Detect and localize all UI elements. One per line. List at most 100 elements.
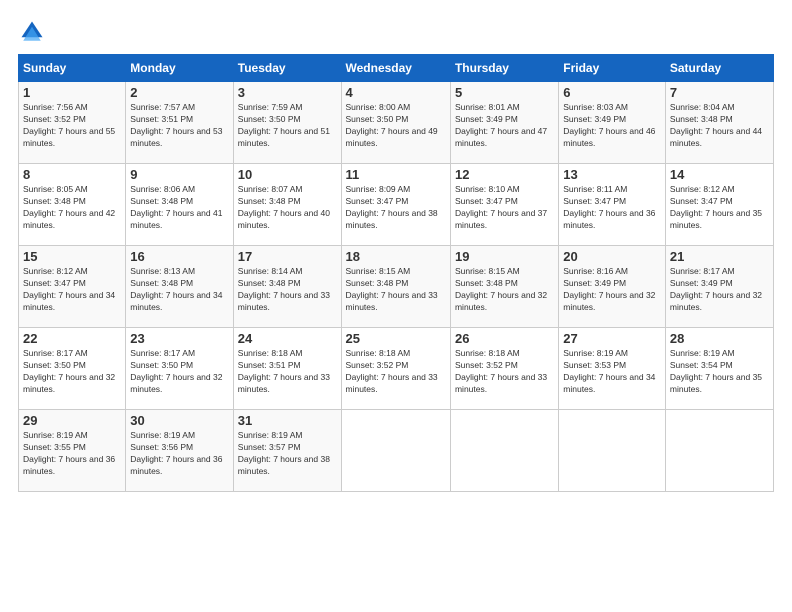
day-detail: Sunrise: 8:00 AMSunset: 3:50 PMDaylight:… [346, 102, 438, 148]
calendar-cell [341, 410, 450, 492]
day-number: 29 [23, 413, 121, 428]
day-detail: Sunrise: 8:17 AMSunset: 3:50 PMDaylight:… [23, 348, 115, 394]
day-number: 24 [238, 331, 337, 346]
day-number: 11 [346, 167, 446, 182]
calendar-cell: 7 Sunrise: 8:04 AMSunset: 3:48 PMDayligh… [665, 82, 773, 164]
day-detail: Sunrise: 8:19 AMSunset: 3:57 PMDaylight:… [238, 430, 330, 476]
header-friday: Friday [559, 55, 666, 82]
day-number: 15 [23, 249, 121, 264]
day-number: 22 [23, 331, 121, 346]
logo [18, 18, 50, 46]
calendar-cell: 22 Sunrise: 8:17 AMSunset: 3:50 PMDaylig… [19, 328, 126, 410]
page: SundayMondayTuesdayWednesdayThursdayFrid… [0, 0, 792, 612]
logo-icon [18, 18, 46, 46]
calendar-cell: 24 Sunrise: 8:18 AMSunset: 3:51 PMDaylig… [233, 328, 341, 410]
day-detail: Sunrise: 8:09 AMSunset: 3:47 PMDaylight:… [346, 184, 438, 230]
header-tuesday: Tuesday [233, 55, 341, 82]
header-thursday: Thursday [450, 55, 558, 82]
day-number: 1 [23, 85, 121, 100]
calendar-cell: 2 Sunrise: 7:57 AMSunset: 3:51 PMDayligh… [126, 82, 233, 164]
calendar-cell: 23 Sunrise: 8:17 AMSunset: 3:50 PMDaylig… [126, 328, 233, 410]
calendar-cell: 21 Sunrise: 8:17 AMSunset: 3:49 PMDaylig… [665, 246, 773, 328]
day-detail: Sunrise: 7:59 AMSunset: 3:50 PMDaylight:… [238, 102, 330, 148]
calendar-cell: 18 Sunrise: 8:15 AMSunset: 3:48 PMDaylig… [341, 246, 450, 328]
day-detail: Sunrise: 8:10 AMSunset: 3:47 PMDaylight:… [455, 184, 547, 230]
calendar-week-row: 15 Sunrise: 8:12 AMSunset: 3:47 PMDaylig… [19, 246, 774, 328]
calendar-cell [559, 410, 666, 492]
calendar-cell [665, 410, 773, 492]
day-number: 25 [346, 331, 446, 346]
day-detail: Sunrise: 8:19 AMSunset: 3:53 PMDaylight:… [563, 348, 655, 394]
day-detail: Sunrise: 8:15 AMSunset: 3:48 PMDaylight:… [455, 266, 547, 312]
day-detail: Sunrise: 7:56 AMSunset: 3:52 PMDaylight:… [23, 102, 115, 148]
day-number: 19 [455, 249, 554, 264]
day-number: 27 [563, 331, 661, 346]
day-detail: Sunrise: 8:12 AMSunset: 3:47 PMDaylight:… [670, 184, 762, 230]
day-number: 20 [563, 249, 661, 264]
day-detail: Sunrise: 8:19 AMSunset: 3:54 PMDaylight:… [670, 348, 762, 394]
day-detail: Sunrise: 8:18 AMSunset: 3:52 PMDaylight:… [455, 348, 547, 394]
day-number: 28 [670, 331, 769, 346]
calendar-cell: 12 Sunrise: 8:10 AMSunset: 3:47 PMDaylig… [450, 164, 558, 246]
calendar-cell: 28 Sunrise: 8:19 AMSunset: 3:54 PMDaylig… [665, 328, 773, 410]
calendar-week-row: 1 Sunrise: 7:56 AMSunset: 3:52 PMDayligh… [19, 82, 774, 164]
calendar-table: SundayMondayTuesdayWednesdayThursdayFrid… [18, 54, 774, 492]
calendar-cell: 10 Sunrise: 8:07 AMSunset: 3:48 PMDaylig… [233, 164, 341, 246]
calendar-cell: 8 Sunrise: 8:05 AMSunset: 3:48 PMDayligh… [19, 164, 126, 246]
day-number: 17 [238, 249, 337, 264]
day-detail: Sunrise: 7:57 AMSunset: 3:51 PMDaylight:… [130, 102, 222, 148]
calendar-cell: 30 Sunrise: 8:19 AMSunset: 3:56 PMDaylig… [126, 410, 233, 492]
day-detail: Sunrise: 8:12 AMSunset: 3:47 PMDaylight:… [23, 266, 115, 312]
calendar-cell: 6 Sunrise: 8:03 AMSunset: 3:49 PMDayligh… [559, 82, 666, 164]
day-number: 6 [563, 85, 661, 100]
day-detail: Sunrise: 8:19 AMSunset: 3:56 PMDaylight:… [130, 430, 222, 476]
day-number: 7 [670, 85, 769, 100]
day-number: 9 [130, 167, 228, 182]
calendar-cell: 1 Sunrise: 7:56 AMSunset: 3:52 PMDayligh… [19, 82, 126, 164]
calendar-cell: 27 Sunrise: 8:19 AMSunset: 3:53 PMDaylig… [559, 328, 666, 410]
calendar-cell: 20 Sunrise: 8:16 AMSunset: 3:49 PMDaylig… [559, 246, 666, 328]
calendar-cell: 31 Sunrise: 8:19 AMSunset: 3:57 PMDaylig… [233, 410, 341, 492]
day-detail: Sunrise: 8:01 AMSunset: 3:49 PMDaylight:… [455, 102, 547, 148]
day-detail: Sunrise: 8:17 AMSunset: 3:49 PMDaylight:… [670, 266, 762, 312]
day-detail: Sunrise: 8:18 AMSunset: 3:51 PMDaylight:… [238, 348, 330, 394]
day-detail: Sunrise: 8:07 AMSunset: 3:48 PMDaylight:… [238, 184, 330, 230]
day-detail: Sunrise: 8:03 AMSunset: 3:49 PMDaylight:… [563, 102, 655, 148]
day-number: 12 [455, 167, 554, 182]
day-detail: Sunrise: 8:11 AMSunset: 3:47 PMDaylight:… [563, 184, 655, 230]
calendar-week-row: 22 Sunrise: 8:17 AMSunset: 3:50 PMDaylig… [19, 328, 774, 410]
header-wednesday: Wednesday [341, 55, 450, 82]
day-number: 23 [130, 331, 228, 346]
day-detail: Sunrise: 8:13 AMSunset: 3:48 PMDaylight:… [130, 266, 222, 312]
day-detail: Sunrise: 8:05 AMSunset: 3:48 PMDaylight:… [23, 184, 115, 230]
day-detail: Sunrise: 8:14 AMSunset: 3:48 PMDaylight:… [238, 266, 330, 312]
calendar-cell: 9 Sunrise: 8:06 AMSunset: 3:48 PMDayligh… [126, 164, 233, 246]
day-number: 18 [346, 249, 446, 264]
day-number: 26 [455, 331, 554, 346]
calendar-cell: 17 Sunrise: 8:14 AMSunset: 3:48 PMDaylig… [233, 246, 341, 328]
header-saturday: Saturday [665, 55, 773, 82]
calendar-cell [450, 410, 558, 492]
day-number: 3 [238, 85, 337, 100]
day-detail: Sunrise: 8:18 AMSunset: 3:52 PMDaylight:… [346, 348, 438, 394]
day-number: 30 [130, 413, 228, 428]
calendar-cell: 16 Sunrise: 8:13 AMSunset: 3:48 PMDaylig… [126, 246, 233, 328]
calendar-cell: 26 Sunrise: 8:18 AMSunset: 3:52 PMDaylig… [450, 328, 558, 410]
calendar-cell: 4 Sunrise: 8:00 AMSunset: 3:50 PMDayligh… [341, 82, 450, 164]
calendar-cell: 25 Sunrise: 8:18 AMSunset: 3:52 PMDaylig… [341, 328, 450, 410]
day-number: 14 [670, 167, 769, 182]
day-detail: Sunrise: 8:04 AMSunset: 3:48 PMDaylight:… [670, 102, 762, 148]
day-detail: Sunrise: 8:17 AMSunset: 3:50 PMDaylight:… [130, 348, 222, 394]
calendar-cell: 5 Sunrise: 8:01 AMSunset: 3:49 PMDayligh… [450, 82, 558, 164]
calendar-week-row: 8 Sunrise: 8:05 AMSunset: 3:48 PMDayligh… [19, 164, 774, 246]
calendar-cell: 29 Sunrise: 8:19 AMSunset: 3:55 PMDaylig… [19, 410, 126, 492]
calendar-cell: 15 Sunrise: 8:12 AMSunset: 3:47 PMDaylig… [19, 246, 126, 328]
day-number: 16 [130, 249, 228, 264]
day-number: 4 [346, 85, 446, 100]
day-detail: Sunrise: 8:06 AMSunset: 3:48 PMDaylight:… [130, 184, 222, 230]
day-number: 5 [455, 85, 554, 100]
calendar-cell: 14 Sunrise: 8:12 AMSunset: 3:47 PMDaylig… [665, 164, 773, 246]
header-monday: Monday [126, 55, 233, 82]
calendar-cell: 3 Sunrise: 7:59 AMSunset: 3:50 PMDayligh… [233, 82, 341, 164]
header [18, 18, 774, 46]
